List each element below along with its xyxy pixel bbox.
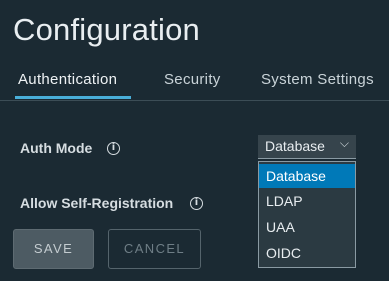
dropdown-option-database[interactable]: Database — [259, 164, 355, 188]
auth-mode-select-value: Database — [265, 138, 325, 154]
chevron-down-icon: ⌵ — [339, 136, 349, 150]
tab-bar: Authentication Security System Settings — [0, 62, 389, 101]
info-icon[interactable]: i — [107, 142, 120, 155]
save-button[interactable]: SAVE — [13, 229, 94, 269]
tab-system-settings[interactable]: System Settings — [261, 71, 374, 88]
allow-self-registration-label: Allow Self-Registration — [20, 195, 174, 211]
dropdown-option-uaa[interactable]: UAA — [259, 215, 355, 239]
auth-mode-label: Auth Mode — [20, 140, 93, 156]
info-icon[interactable]: i — [190, 197, 203, 210]
active-tab-indicator — [15, 96, 131, 99]
tab-security[interactable]: Security — [164, 71, 221, 88]
dropdown-option-ldap[interactable]: LDAP — [259, 189, 355, 213]
page-title: Configuration — [13, 12, 200, 47]
dropdown-option-oidc[interactable]: OIDC — [259, 241, 355, 265]
auth-mode-dropdown-menu: Database LDAP UAA OIDC — [258, 161, 356, 268]
auth-mode-select[interactable]: Database ⌵ — [258, 135, 356, 159]
tab-authentication[interactable]: Authentication — [18, 71, 117, 88]
cancel-button[interactable]: CANCEL — [108, 229, 201, 269]
